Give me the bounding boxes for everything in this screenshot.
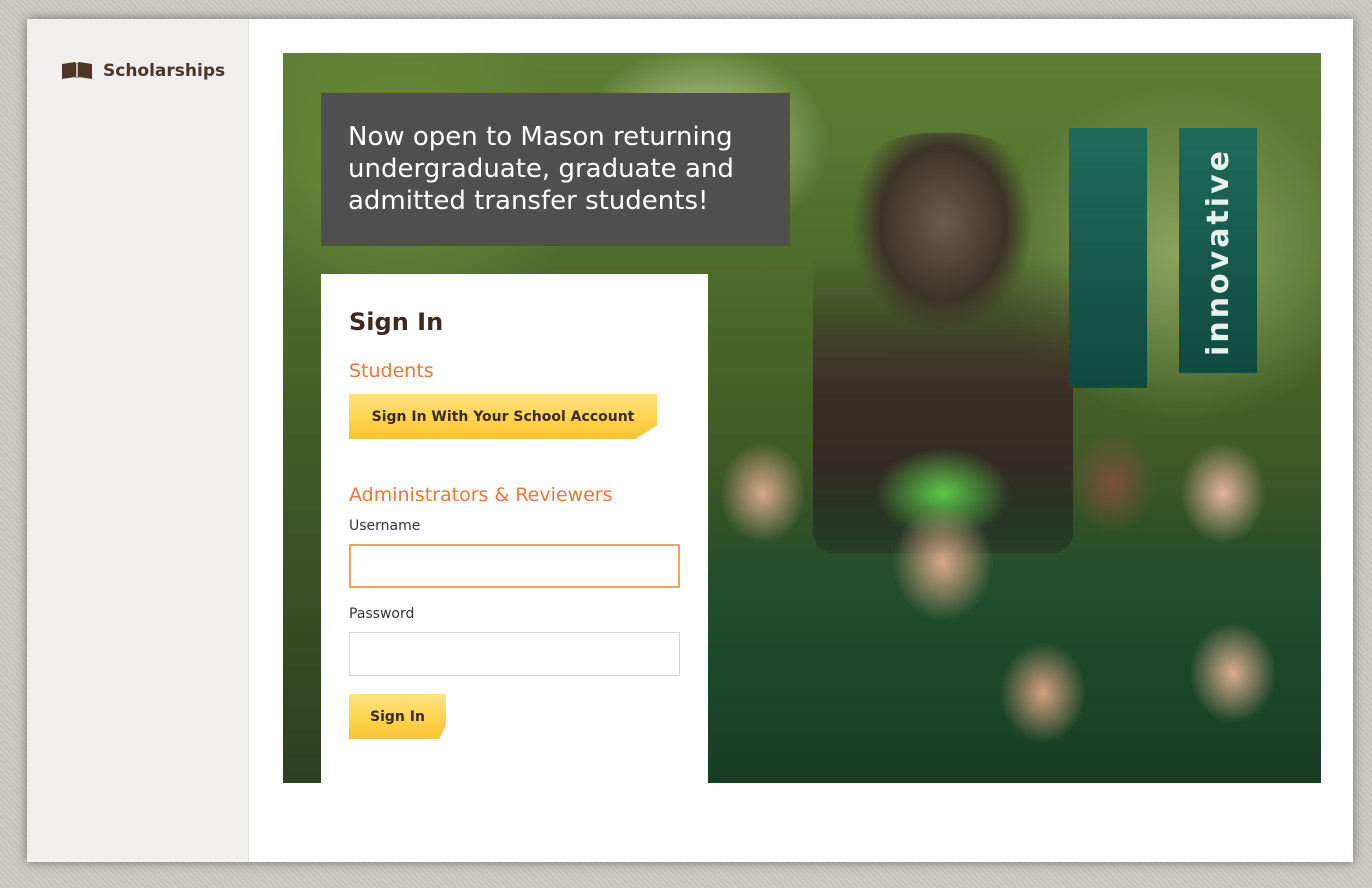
sign-in-button[interactable]: Sign In (349, 694, 446, 739)
sign-in-title: Sign In (349, 308, 444, 336)
username-label: Username (349, 518, 421, 534)
username-input[interactable] (349, 544, 680, 588)
brand-label: Scholarships (103, 61, 226, 81)
announcement-text: Now open to Mason returning undergraduat… (348, 122, 734, 216)
password-input[interactable] (349, 632, 680, 676)
app-window: Scholarships innovative Now open to Maso… (27, 19, 1353, 862)
sidebar: Scholarships (27, 19, 249, 862)
brand-link[interactable]: Scholarships (61, 61, 225, 81)
student-crowd (703, 383, 1321, 783)
students-heading: Students (349, 360, 434, 382)
sign-in-panel: Sign In Students Sign In With Your Schoo… (321, 274, 708, 783)
campus-banner (1069, 128, 1147, 388)
hero-image: innovative Now open to Mason returning u… (283, 53, 1321, 783)
banner-text: innovative (1201, 148, 1236, 356)
password-label: Password (349, 606, 415, 622)
book-icon (61, 61, 93, 81)
school-account-sign-in-button[interactable]: Sign In With Your School Account (349, 394, 657, 439)
screenshot-frame: Scholarships innovative Now open to Maso… (0, 0, 1372, 888)
campus-banner-innovative: innovative (1179, 128, 1257, 373)
announcement-box: Now open to Mason returning undergraduat… (321, 93, 790, 246)
admin-reviewers-heading: Administrators & Reviewers (349, 484, 613, 506)
